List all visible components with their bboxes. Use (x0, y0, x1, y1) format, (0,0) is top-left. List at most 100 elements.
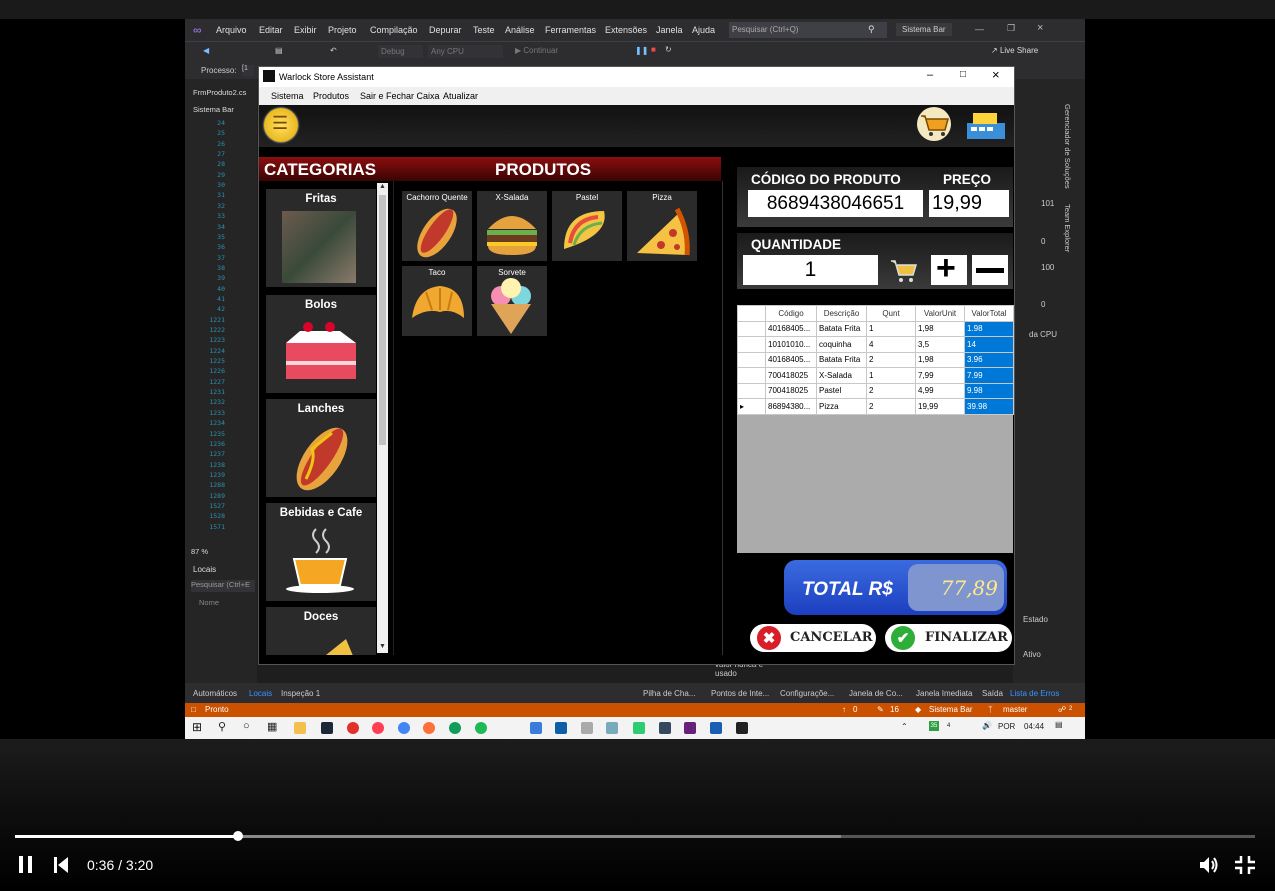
steam-icon[interactable] (321, 722, 333, 734)
table-cell[interactable]: 4,99 (915, 382, 965, 399)
menu-projeto[interactable]: Projeto (328, 25, 357, 35)
category-fritas[interactable]: Fritas (266, 189, 376, 287)
table-cell[interactable]: 700418025 (765, 382, 817, 399)
codigo-input[interactable]: 8689438046651 (748, 190, 923, 217)
column-header[interactable]: Código (765, 305, 817, 322)
app-icon[interactable] (659, 722, 671, 734)
minimize-icon[interactable]: — (975, 24, 984, 34)
row-selector[interactable] (737, 367, 766, 384)
search-icon[interactable]: ⚲ (218, 720, 226, 733)
windows-start-icon[interactable]: ⊞ (192, 720, 202, 734)
table-cell[interactable]: 39.98 (964, 398, 1014, 415)
table-row[interactable]: 10101010... coquinha 4 3,5 14 (737, 336, 1014, 353)
table-cell[interactable]: 7.99 (964, 367, 1014, 384)
pause-icon[interactable]: ❚❚ (635, 46, 648, 55)
cancel-button[interactable]: ✖ CANCELAR (750, 624, 876, 652)
bell-icon[interactable]: ☍ (1058, 705, 1066, 714)
table-cell[interactable]: X-Salada (816, 367, 867, 384)
file-tab[interactable]: FrmProduto2.cs (193, 88, 246, 97)
scroll-up-icon[interactable]: ▲ (379, 183, 386, 190)
table-cell[interactable]: 1,98 (915, 351, 965, 368)
menu-compilacao[interactable]: Compilação (370, 25, 418, 35)
table-row[interactable]: 40168405... Batata Frita 1 1,98 1.98 (737, 320, 1014, 337)
decrement-button[interactable] (972, 255, 1008, 285)
category-bebidas-cafe[interactable]: Bebidas e Cafe (266, 503, 376, 601)
tab-saida[interactable]: Saída (982, 689, 1003, 698)
table-cell[interactable]: 7,99 (915, 367, 965, 384)
tab-pontos[interactable]: Pontos de Inte... (711, 689, 769, 698)
category-lanches[interactable]: Lanches (266, 399, 376, 497)
table-cell[interactable]: 14 (964, 336, 1014, 353)
table-cell[interactable]: 3,5 (915, 336, 965, 353)
finalize-button[interactable]: ✔ FINALIZAR (885, 624, 1012, 652)
menu-depurar[interactable]: Depurar (429, 25, 462, 35)
scroll-down-icon[interactable]: ▼ (379, 643, 386, 650)
menu-arquivo[interactable]: Arquivo (216, 25, 247, 35)
table-row[interactable]: 700418025 X-Salada 1 7,99 7.99 (737, 367, 1014, 384)
tray-chevron-icon[interactable]: ⌃ (901, 722, 908, 731)
product-pastel[interactable]: Pastel (552, 191, 622, 261)
table-cell[interactable]: coquinha (816, 336, 867, 353)
config-debug-select[interactable]: Debug (378, 45, 423, 58)
shopping-cart-button[interactable] (915, 106, 953, 142)
status-branch[interactable]: master (1003, 705, 1027, 714)
row-selector[interactable]: ▸ (737, 398, 766, 415)
volume-icon[interactable]: 🔊 (982, 721, 992, 730)
scrollbar-thumb[interactable] (379, 195, 386, 445)
visual-studio-icon[interactable] (684, 722, 696, 734)
tab-lista-erros[interactable]: Lista de Erros (1010, 689, 1059, 698)
table-cell[interactable]: 1 (866, 367, 916, 384)
status-pencil-count[interactable]: 16 (890, 705, 899, 714)
restore-icon[interactable]: ❐ (1007, 23, 1015, 34)
tab-janela-co[interactable]: Janela de Co... (849, 689, 903, 698)
column-header[interactable]: ValorUnit (915, 305, 965, 322)
save-icon[interactable]: ▤ (275, 46, 283, 55)
menu-produtos[interactable]: Produtos (313, 91, 349, 101)
tray-lang[interactable]: POR (998, 722, 1015, 731)
category-scrollbar[interactable]: ▲ ▼ (377, 183, 388, 653)
row-selector[interactable] (737, 382, 766, 399)
app-icon[interactable] (710, 722, 722, 734)
menu-sair-fechar-caixa[interactable]: Sair e Fechar Caixa (360, 91, 440, 101)
table-cell[interactable]: Pastel (816, 382, 867, 399)
tab-janela-imediata[interactable]: Janela Imediata (916, 689, 972, 698)
category-doces[interactable]: Doces (266, 607, 376, 655)
notification-icon[interactable]: ▤ (1055, 720, 1063, 729)
cortana-icon[interactable]: ○ (243, 720, 250, 732)
maximize-icon[interactable]: □ (960, 69, 966, 80)
tab-automaticos[interactable]: Automáticos (193, 689, 237, 698)
vs-search-input[interactable]: Pesquisar (Ctrl+Q) (729, 22, 887, 38)
table-row[interactable]: 700418025 Pastel 2 4,99 9.98 (737, 382, 1014, 399)
spotify-icon[interactable] (475, 722, 487, 734)
row-selector[interactable] (737, 336, 766, 353)
restart-icon[interactable]: ↻ (665, 45, 672, 54)
undo-icon[interactable]: ↶ (330, 46, 337, 55)
tray-badge[interactable]: 35 (929, 721, 939, 731)
side-tab-team-explorer[interactable]: Team Explorer (1063, 204, 1072, 252)
table-cell[interactable]: 40168405... (765, 351, 817, 368)
quantidade-input[interactable]: 1 (743, 255, 878, 285)
close-icon[interactable]: × (992, 67, 1000, 82)
tab-inspecao[interactable]: Inspeção 1 (281, 689, 320, 698)
table-cell[interactable]: 1,98 (915, 320, 965, 337)
status-up-count[interactable]: 0 (853, 705, 857, 714)
pause-button[interactable] (17, 855, 35, 875)
close-icon[interactable]: × (1037, 22, 1043, 34)
column-header[interactable]: ValorTotal (964, 305, 1014, 322)
process-select[interactable]: [1 (242, 65, 254, 76)
row-selector[interactable] (737, 351, 766, 368)
chrome-icon[interactable] (398, 722, 410, 734)
table-cell[interactable]: 2 (866, 398, 916, 415)
table-row[interactable]: ▸ 86894380... Pizza 2 19,99 39.98 (737, 398, 1014, 415)
product-pizza[interactable]: Pizza (627, 191, 697, 261)
menu-exibir[interactable]: Exibir (294, 25, 317, 35)
table-cell[interactable]: Pizza (816, 398, 867, 415)
column-header[interactable]: Qunt (866, 305, 916, 322)
menu-ajuda[interactable]: Ajuda (692, 25, 715, 35)
continue-button[interactable]: ▶ Continuar (515, 46, 558, 55)
table-cell[interactable]: 3.96 (964, 351, 1014, 368)
volume-button[interactable] (1198, 855, 1220, 875)
add-to-cart-button[interactable] (889, 255, 919, 285)
menu-editar[interactable]: Editar (259, 25, 283, 35)
table-cell[interactable]: 19,99 (915, 398, 965, 415)
